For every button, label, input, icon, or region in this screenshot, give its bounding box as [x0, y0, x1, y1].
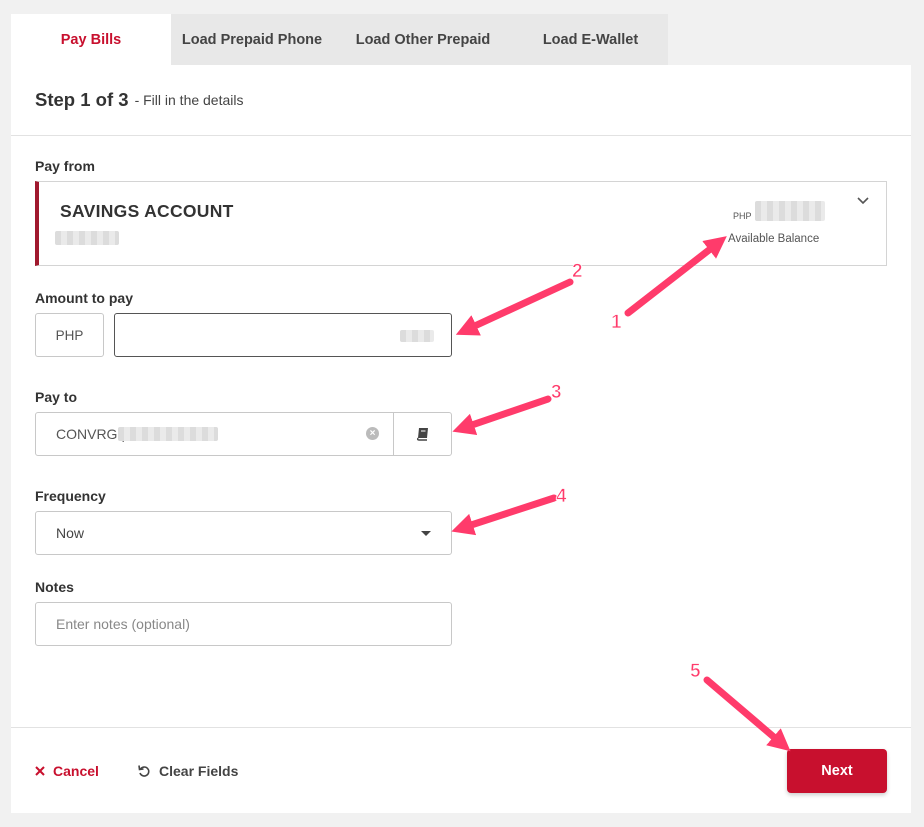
- tab-load-e-wallet[interactable]: Load E-Wallet: [513, 14, 668, 65]
- close-icon: [35, 766, 45, 776]
- amount-currency: PHP: [35, 313, 104, 357]
- clear-fields-button[interactable]: Clear Fields: [137, 763, 238, 779]
- caret-down-icon: [421, 531, 431, 536]
- amount-value-redacted: [400, 330, 434, 342]
- frequency-select[interactable]: Now: [35, 511, 452, 555]
- account-selector[interactable]: SAVINGS ACCOUNT PHP Available Balance: [35, 181, 887, 266]
- biller-account-redacted: [118, 427, 218, 441]
- cancel-label: Cancel: [53, 763, 99, 779]
- address-book-button[interactable]: [393, 413, 451, 455]
- amount-input[interactable]: [114, 313, 452, 357]
- tab-pay-bills[interactable]: Pay Bills: [11, 14, 171, 65]
- frequency-value: Now: [56, 525, 85, 541]
- available-balance-label: Available Balance: [728, 233, 820, 245]
- frequency-label: Frequency: [35, 488, 106, 504]
- tab-load-prepaid-phone[interactable]: Load Prepaid Phone: [171, 14, 333, 65]
- pay-to-label: Pay to: [35, 389, 78, 405]
- account-name: SAVINGS ACCOUNT: [60, 201, 234, 221]
- clear-icon[interactable]: ×: [366, 427, 379, 440]
- biller-name: CONVRG |: [56, 426, 125, 442]
- next-button[interactable]: Next: [787, 749, 887, 793]
- cancel-button[interactable]: Cancel: [35, 763, 99, 779]
- notes-label: Notes: [35, 579, 74, 595]
- clear-fields-label: Clear Fields: [159, 763, 239, 779]
- step-title: Step 1 of 3: [35, 89, 129, 110]
- step-subtitle: - Fill in the details: [134, 92, 244, 108]
- amount-label: Amount to pay: [35, 290, 133, 306]
- tab-load-other-prepaid[interactable]: Load Other Prepaid: [333, 14, 513, 65]
- notes-input[interactable]: [35, 602, 452, 646]
- balance-value-redacted: [755, 201, 825, 221]
- account-number-redacted: [55, 231, 119, 245]
- pay-to-field[interactable]: CONVRG | ×: [35, 412, 452, 456]
- pay-from-label: Pay from: [35, 158, 95, 174]
- tab-bar: Pay Bills Load Prepaid Phone Load Other …: [11, 14, 668, 65]
- step-header: Step 1 of 3 - Fill in the details: [11, 65, 911, 136]
- address-book-icon: [416, 428, 428, 441]
- undo-icon: [138, 765, 150, 777]
- form-footer: Cancel Clear Fields Next: [11, 727, 911, 813]
- balance-currency: PHP: [733, 211, 752, 221]
- form-card: Step 1 of 3 - Fill in the details Pay fr…: [11, 65, 911, 813]
- chevron-down-icon[interactable]: [856, 196, 870, 206]
